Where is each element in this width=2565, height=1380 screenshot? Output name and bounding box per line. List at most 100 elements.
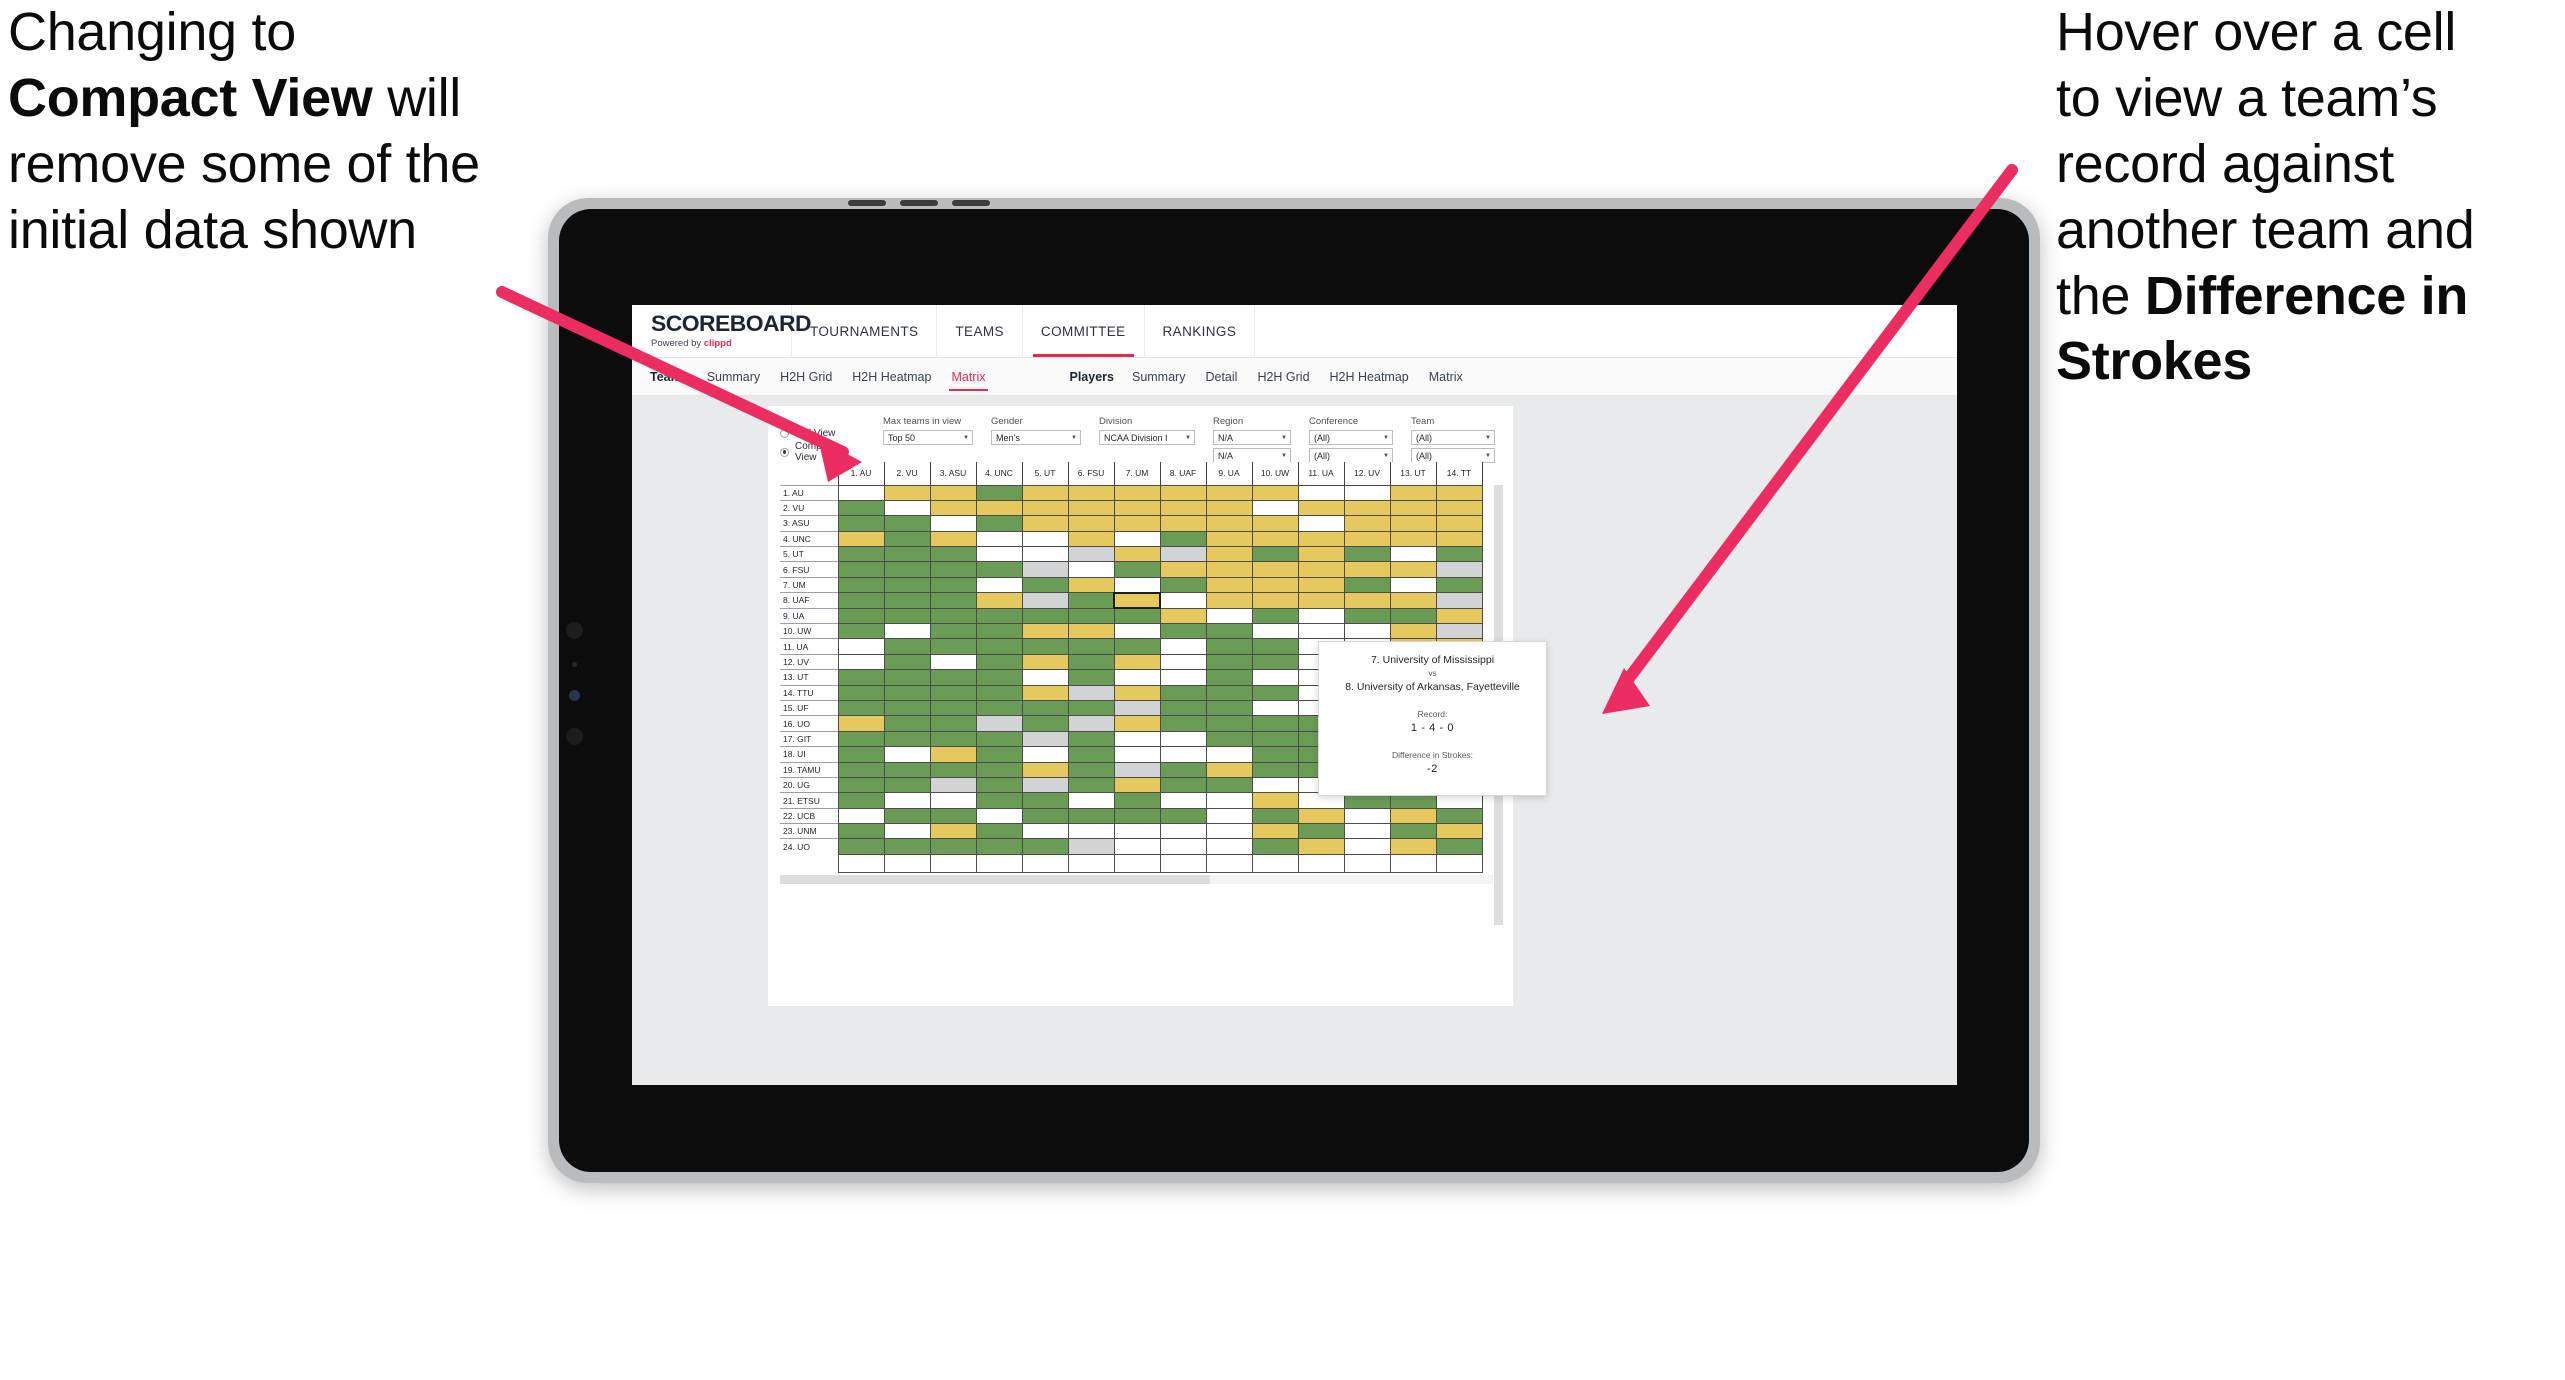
matrix-cell[interactable] (883, 715, 931, 732)
matrix-cell[interactable] (1113, 561, 1161, 578)
matrix-cell[interactable] (1251, 776, 1299, 794)
matrix-cell[interactable] (1021, 623, 1069, 640)
matrix-cell[interactable] (1205, 853, 1253, 873)
matrix-cell[interactable] (1067, 838, 1115, 855)
matrix-cell[interactable] (1113, 838, 1161, 855)
matrix-cell[interactable] (1435, 853, 1483, 873)
matrix-row-header[interactable]: 11. UA (780, 638, 838, 655)
matrix-cell[interactable] (1113, 576, 1161, 594)
matrix-cell[interactable] (929, 499, 977, 517)
matrix-cell[interactable] (1113, 591, 1161, 610)
matrix-cell[interactable] (1113, 715, 1161, 732)
matrix-cell[interactable] (975, 761, 1023, 778)
matrix-cell[interactable] (1435, 592, 1483, 609)
matrix-cell[interactable] (1113, 484, 1161, 501)
matrix-cell[interactable] (1159, 653, 1207, 671)
matrix-row-header[interactable]: 1. AU (780, 484, 838, 501)
matrix-row-header[interactable]: 3. ASU (780, 515, 838, 532)
matrix-cell[interactable] (929, 730, 977, 748)
matrix-cell[interactable] (1205, 623, 1253, 640)
matrix-cell[interactable] (837, 484, 885, 501)
matrix-cell[interactable] (1159, 592, 1207, 609)
matrix-cell[interactable] (883, 792, 931, 809)
matrix-cell[interactable] (1205, 669, 1253, 686)
matrix-cell[interactable] (1205, 546, 1253, 563)
matrix-cell[interactable] (1067, 653, 1115, 671)
matrix-cell[interactable] (1113, 776, 1161, 794)
matrix-cell[interactable] (837, 669, 885, 686)
matrix-cell[interactable] (975, 638, 1023, 655)
matrix-cell[interactable] (883, 515, 931, 532)
matrix-cell[interactable] (1389, 484, 1437, 501)
matrix-cell[interactable] (1067, 699, 1115, 717)
matrix-cell[interactable] (1021, 699, 1069, 717)
matrix-cell[interactable] (1251, 592, 1299, 609)
matrix-col-header[interactable]: 5. UT (1021, 462, 1069, 485)
matrix-cell[interactable] (929, 669, 977, 686)
matrix-cell[interactable] (1113, 623, 1161, 640)
matrix-cell[interactable] (1067, 499, 1115, 517)
matrix-cell[interactable] (883, 623, 931, 640)
matrix-cell[interactable] (1113, 792, 1161, 809)
matrix-cell[interactable] (837, 699, 885, 717)
matrix-cell[interactable] (883, 669, 931, 686)
matrix-cell[interactable] (837, 807, 885, 825)
matrix-cell[interactable] (883, 638, 931, 655)
matrix-cell[interactable] (1205, 761, 1253, 778)
matrix-cell[interactable] (1251, 561, 1299, 578)
matrix-cell[interactable] (1343, 607, 1391, 625)
matrix-cell[interactable] (1159, 623, 1207, 640)
matrix-cell[interactable] (1389, 499, 1437, 517)
matrix-cell[interactable] (1113, 653, 1161, 671)
matrix-cell[interactable] (929, 484, 977, 501)
matrix-cell[interactable] (1021, 638, 1069, 655)
matrix-cell[interactable] (1205, 484, 1253, 501)
matrix-cell[interactable] (1205, 730, 1253, 748)
matrix-row-header[interactable]: 10. UW (780, 623, 838, 639)
matrix-cell[interactable] (1113, 669, 1161, 686)
matrix-cell[interactable] (1021, 807, 1069, 825)
matrix-cell[interactable] (1067, 730, 1115, 748)
matrix-cell[interactable] (1159, 576, 1207, 594)
matrix-cell[interactable] (975, 592, 1023, 609)
matrix-cell[interactable] (837, 792, 885, 809)
matrix-cell[interactable] (1067, 515, 1115, 532)
matrix-cell[interactable] (1021, 730, 1069, 748)
matrix-cell[interactable] (1067, 607, 1115, 625)
matrix-cell[interactable] (1159, 776, 1207, 794)
matrix-col-header[interactable]: 12. UV (1343, 462, 1391, 485)
matrix-row-header[interactable]: 12. UV (780, 653, 838, 670)
matrix-cell[interactable] (1389, 607, 1437, 625)
matrix-cell[interactable] (929, 792, 977, 809)
matrix-row-header[interactable]: 13. UT (780, 669, 838, 686)
matrix-cell[interactable] (883, 561, 931, 578)
matrix-cell[interactable] (929, 546, 977, 563)
matrix-col-header[interactable]: 14. TT (1435, 462, 1483, 485)
matrix-cell[interactable] (1067, 546, 1115, 563)
matrix-cell[interactable] (1159, 730, 1207, 748)
matrix-cell[interactable] (1297, 623, 1345, 640)
matrix-cell[interactable] (1205, 653, 1253, 671)
matrix-cell[interactable] (929, 623, 977, 640)
matrix-cell[interactable] (1297, 561, 1345, 578)
matrix-cell[interactable] (1205, 792, 1253, 809)
matrix-cell[interactable] (1021, 761, 1069, 778)
matrix-cell[interactable] (1343, 484, 1391, 501)
filter-division-select[interactable]: NCAA Division I ▼ (1099, 430, 1195, 445)
matrix-row-header[interactable]: 24. UO (780, 838, 838, 855)
matrix-cell[interactable] (1113, 684, 1161, 701)
matrix-cell[interactable] (1205, 838, 1253, 855)
matrix-cell[interactable] (1343, 530, 1391, 548)
matrix-cell[interactable] (1113, 807, 1161, 825)
matrix-cell[interactable] (975, 576, 1023, 594)
matrix-cell[interactable] (837, 823, 885, 840)
matrix-row-header[interactable]: 15. UF (780, 699, 838, 716)
filter-conference-select-1[interactable]: (All) ▼ (1309, 430, 1393, 445)
matrix-cell[interactable] (975, 776, 1023, 794)
matrix-cell[interactable] (1067, 576, 1115, 594)
matrix-cell[interactable] (1021, 607, 1069, 625)
matrix-cell[interactable] (1251, 515, 1299, 532)
subnav-teams-summary[interactable]: Summary (705, 366, 762, 388)
matrix-cell[interactable] (1021, 592, 1069, 609)
matrix-cell[interactable] (1389, 530, 1437, 548)
